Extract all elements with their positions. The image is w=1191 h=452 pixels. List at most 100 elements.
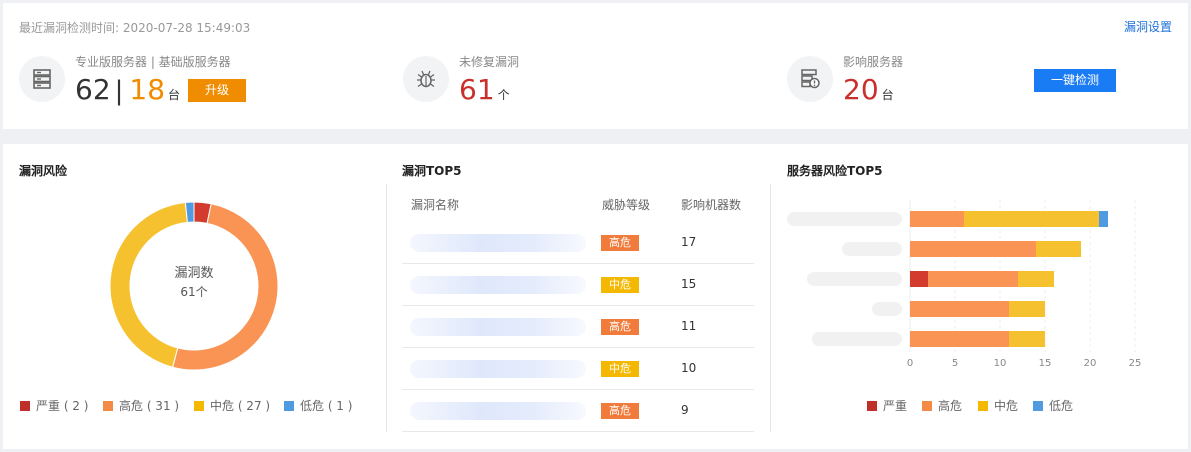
risk-legend-low[interactable]: 低危 ( 1 ) [284,397,352,414]
legend-label: 高危 [938,399,963,413]
legend-label: 严重 [883,399,908,413]
x-tick-label: 15 [1039,358,1052,369]
summary-card: 最近漏洞检测时间: 2020-07-28 15:49:03 漏洞设置 专业版服务… [3,3,1188,129]
vuln-name-redacted [410,234,586,252]
legend-swatch [194,400,204,411]
affected-count: 15 [681,277,697,291]
server-risk-bar-chart: 0 5 10 15 20 25 [787,200,1142,369]
vuln-settings-link[interactable]: 漏洞设置 [1124,18,1172,35]
affected-count: 10 [681,361,697,375]
table-row[interactable]: 高危 17 [402,222,754,264]
legend-label: 中危 ( 27 ) [210,399,271,413]
server-alert-icon [787,56,833,102]
section-divider [386,184,387,432]
unfixed-vuln-label: 未修复漏洞 [459,55,520,69]
bar-segment[interactable] [964,211,1099,227]
col-header-affected: 影响机器数 [681,198,742,212]
legend-label: 低危 ( 1 ) [300,399,353,413]
table-row[interactable]: 中危 15 [402,264,754,306]
bar-legend-low[interactable]: 低危 [1033,397,1073,414]
affected-server-unit: 台 [881,88,894,102]
section-divider [770,184,771,432]
threat-level-badge: 中危 [601,277,639,293]
x-tick-label: 20 [1084,358,1097,369]
threat-level-badge: 高危 [601,403,639,419]
table-row[interactable]: 中危 10 [402,348,754,390]
server-name-redacted [872,302,902,316]
bar-segment[interactable] [1099,211,1108,227]
legend-swatch [867,400,877,411]
one-click-scan-button[interactable]: 一键检测 [1034,69,1116,92]
legend-label: 严重 ( 2 ) [36,399,89,413]
affected-server-label: 影响服务器 [843,55,904,69]
bug-icon [403,56,449,102]
threat-level-badge: 高危 [601,235,639,251]
risk-legend-critical[interactable]: 严重 ( 2 ) [20,397,88,414]
bar-segment[interactable] [928,271,1018,287]
x-tick-label: 10 [994,358,1007,369]
risk-legend-medium[interactable]: 中危 ( 27 ) [194,397,270,414]
bar-segment[interactable] [910,271,928,287]
bar-segment[interactable] [1036,241,1081,257]
vuln-name-redacted [410,318,586,336]
server-name-redacted [842,242,902,256]
donut-center-label: 漏洞数 [174,266,214,281]
vuln-top5-title: 漏洞TOP5 [402,164,462,178]
affected-server-count: 20 [843,73,879,106]
server-name-redacted [787,212,902,226]
server-icon [19,56,65,102]
pro-server-count: 62 [75,73,111,106]
table-row[interactable]: 高危 11 [402,306,754,348]
donut-center-value: 61个 [180,285,208,299]
legend-label: 中危 [994,399,1019,413]
affected-count: 17 [681,235,697,249]
bar-legend-critical[interactable]: 严重 [867,397,907,414]
legend-swatch [1033,400,1043,411]
last-check-time: 最近漏洞检测时间: 2020-07-28 15:49:03 [19,21,251,35]
legend-swatch [978,400,988,411]
x-tick-label: 25 [1129,358,1142,369]
risk-legend-high[interactable]: 高危 ( 31 ) [103,397,179,414]
details-card: 漏洞风险 漏洞数 61个 严重 ( 2 ) 高危 ( 31 ) 中危 ( 27 … [3,144,1188,449]
unfixed-vuln-unit: 个 [497,88,510,102]
server-count-stat: 专业版服务器 | 基础版服务器 62 | 18 台 升级 [19,53,359,109]
legend-swatch [922,400,932,411]
vuln-risk-title: 漏洞风险 [19,164,68,178]
server-name-redacted [807,272,902,286]
affected-server-stat: 影响服务器 20 台 [787,53,1027,109]
bar-segment[interactable] [910,241,1036,257]
vuln-name-redacted [410,402,586,420]
threat-level-badge: 高危 [601,319,639,335]
affected-count: 11 [681,319,697,333]
unfixed-vuln-count: 61 [459,73,495,106]
bar-legend-high[interactable]: 高危 [922,397,962,414]
bar-segment[interactable] [1018,271,1054,287]
legend-label: 高危 ( 31 ) [119,399,180,413]
basic-server-count: 18 [129,73,166,106]
table-row[interactable]: 高危 9 [402,390,754,432]
server-unit: 台 [168,88,181,102]
bar-segment[interactable] [1009,301,1045,317]
bar-segment[interactable] [910,211,964,227]
x-tick-label: 0 [907,358,913,369]
bar-segment[interactable] [910,301,1009,317]
legend-swatch [103,400,113,411]
legend-label: 低危 [1049,399,1074,413]
threat-level-badge: 中危 [601,361,639,377]
vuln-name-redacted [410,360,586,378]
col-header-name: 漏洞名称 [411,198,460,212]
unfixed-vuln-stat: 未修复漏洞 61 个 [403,53,643,109]
server-type-label: 专业版服务器 | 基础版服务器 [75,55,231,69]
upgrade-button[interactable]: 升级 [188,78,247,102]
server-name-redacted [812,332,902,346]
affected-count: 9 [681,403,689,417]
x-tick-label: 5 [952,358,958,369]
col-header-level: 威胁等级 [602,198,651,212]
bar-segment[interactable] [910,331,1009,347]
vuln-name-redacted [410,276,586,294]
server-top5-title: 服务器风险TOP5 [787,164,883,178]
bar-segment[interactable] [1009,331,1045,347]
donut-slice-low[interactable] [184,201,195,223]
bar-legend-medium[interactable]: 中危 [978,397,1018,414]
legend-swatch [284,400,294,411]
